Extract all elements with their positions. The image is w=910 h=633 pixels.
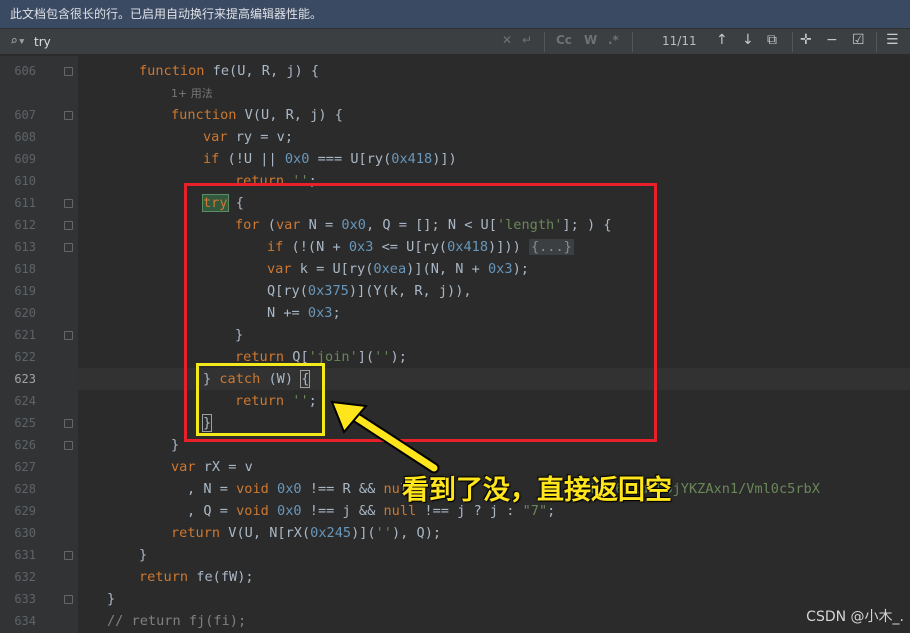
line-number: 618 [14, 262, 36, 276]
line-number: 608 [14, 130, 36, 144]
line-number-current: 623 [14, 372, 36, 386]
line-number: 632 [14, 570, 36, 584]
code-line: var ry = v; [203, 129, 294, 145]
separator [792, 32, 793, 52]
separator [632, 32, 633, 52]
watermark: CSDN @小木_. [806, 609, 904, 625]
line-number: 612 [14, 218, 36, 232]
code-line: } [171, 437, 180, 453]
line-number: 625 [14, 416, 36, 430]
clear-icon[interactable]: ✕ [502, 33, 512, 47]
fold-marker-icon[interactable] [64, 221, 73, 230]
separator [544, 32, 545, 52]
line-number: 630 [14, 526, 36, 540]
search-input[interactable] [34, 33, 464, 51]
code-line: } [139, 547, 148, 563]
filter-icon[interactable]: ☰ [886, 32, 899, 48]
line-number: 624 [14, 394, 36, 408]
code-line: } [107, 591, 116, 607]
line-number: 633 [14, 592, 36, 606]
fold-marker-icon[interactable] [64, 111, 73, 120]
line-number: 607 [14, 108, 36, 122]
separator [876, 32, 877, 52]
line-number-gutter: 606 607 608 609 610 611 612 613 618 619 … [0, 56, 78, 633]
remove-occurrence-icon[interactable]: − [826, 32, 838, 48]
fold-marker-icon[interactable] [64, 595, 73, 604]
prev-match-icon[interactable]: ↑ [716, 32, 728, 48]
add-occurrence-icon[interactable]: ✛ [800, 32, 812, 48]
usage-hint[interactable]: 1+ 用法 [171, 82, 213, 104]
line-number: 627 [14, 460, 36, 474]
regex-icon[interactable]: .* [608, 33, 619, 47]
long-lines-notice-bar: 此文档包含很长的行。已启用自动换行来提高编辑器性能。 [0, 0, 910, 28]
select-all-icon[interactable]: ☑ [852, 32, 865, 48]
next-match-icon[interactable]: ↓ [742, 32, 754, 48]
yellow-highlight-box [196, 363, 325, 436]
fold-marker-icon[interactable] [64, 199, 73, 208]
line-number: 631 [14, 548, 36, 562]
code-line: // return fj(fi); [107, 613, 247, 629]
code-line: if (!U || 0x0 === U[ry(0x418)]) [203, 151, 457, 167]
line-number: 611 [14, 196, 36, 210]
annotation-arrow-icon [330, 400, 440, 474]
line-number: 609 [14, 152, 36, 166]
fold-marker-icon[interactable] [64, 331, 73, 340]
line-number: 634 [14, 614, 36, 628]
line-number: 610 [14, 174, 36, 188]
find-bar: ⌕▾ ✕ ↵ Cc W .* 11/11 ↑ ↓ ⧉ ✛ − ☑ ☰ [0, 28, 910, 55]
code-line: function V(U, R, j) { [171, 107, 343, 123]
line-number: 622 [14, 350, 36, 364]
annotation-label: 看到了没，直接返回空 [402, 475, 672, 506]
open-in-window-icon[interactable]: ⧉ [767, 32, 777, 48]
code-line: return fe(fW); [139, 569, 254, 585]
match-count: 11/11 [662, 34, 697, 48]
fold-marker-icon[interactable] [64, 67, 73, 76]
code-line: var rX = v [171, 459, 253, 475]
search-field[interactable]: ⌕▾ [4, 31, 632, 53]
fold-marker-icon[interactable] [64, 441, 73, 450]
code-line: return V(U, N[rX(0x245)](''), Q); [171, 525, 442, 541]
line-number: 606 [14, 64, 36, 78]
line-number: 628 [14, 482, 36, 496]
replace-history-icon[interactable]: ↵ [522, 33, 532, 47]
code-line: function fe(U, R, j) { [139, 63, 320, 79]
line-number: 620 [14, 306, 36, 320]
line-number: 626 [14, 438, 36, 452]
fold-expand-icon[interactable] [64, 243, 73, 252]
match-case-icon[interactable]: Cc [556, 33, 572, 47]
fold-marker-icon[interactable] [64, 551, 73, 560]
fold-marker-icon[interactable] [64, 419, 73, 428]
line-number: 619 [14, 284, 36, 298]
line-number: 621 [14, 328, 36, 342]
search-icon[interactable]: ⌕▾ [10, 34, 26, 49]
words-icon[interactable]: W [584, 33, 597, 47]
line-number: 613 [14, 240, 36, 254]
line-number: 629 [14, 504, 36, 518]
